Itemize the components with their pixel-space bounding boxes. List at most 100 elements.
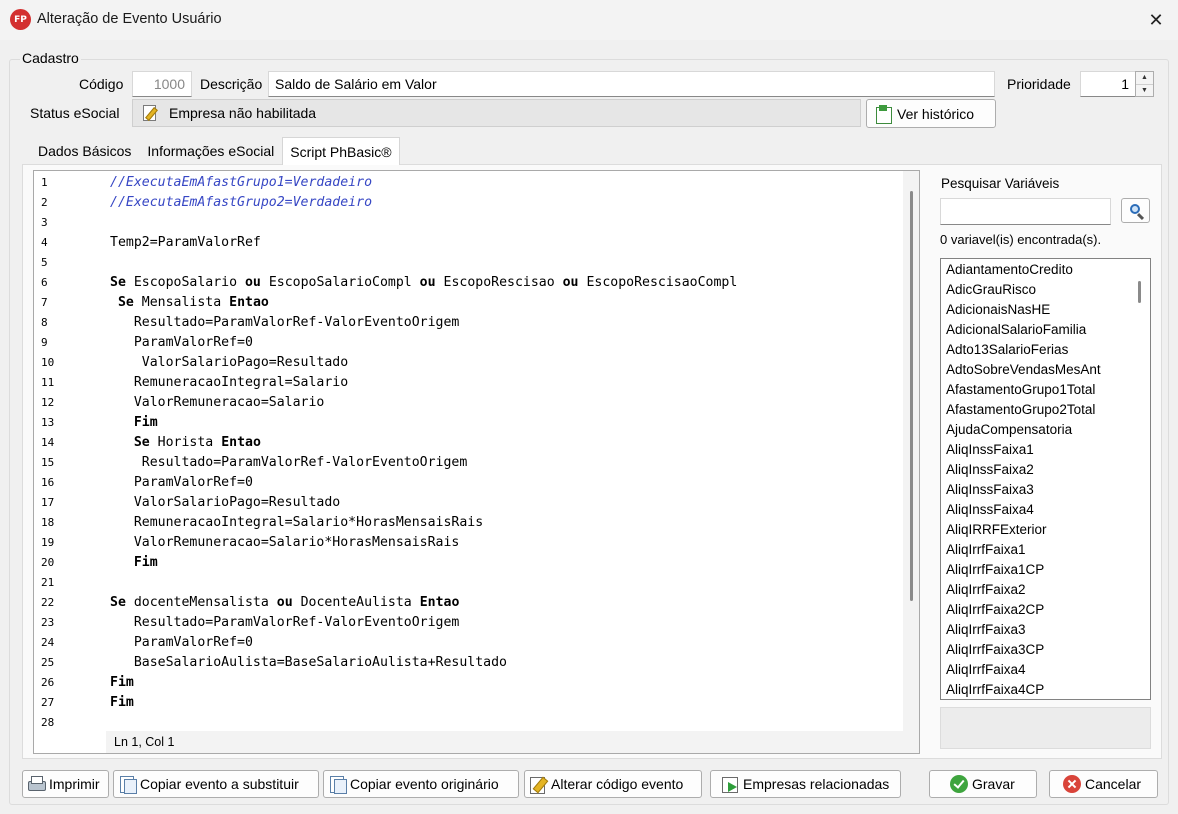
- copy-icon: [328, 775, 347, 794]
- code-line: ValorRemuneracao=Salario: [110, 395, 325, 410]
- code-line: Fim: [133, 415, 158, 430]
- code-line: RemuneracaoIntegral=Salario: [110, 375, 349, 390]
- variables-list[interactable]: AdiantamentoCredito AdicGrauRisco Adiciona…: [940, 258, 1151, 700]
- status-esocial-label: Status eSocial: [30, 105, 120, 121]
- code-line: Resultado=ParamValorRef-ValorEventoOrige…: [110, 615, 460, 630]
- line-number: 12: [41, 396, 55, 409]
- variable-list-item[interactable]: AfastamentoGrupo2Total: [946, 400, 1095, 420]
- variable-list-item[interactable]: AliqInssFaixa1: [946, 440, 1034, 460]
- variables-list-scrollbar[interactable]: [1130, 259, 1150, 699]
- status-esocial-value: Empresa não habilitada: [169, 105, 317, 121]
- copy-icon: [118, 775, 137, 794]
- variable-list-item[interactable]: AliqIrrfFaixa3CP: [946, 640, 1044, 660]
- variable-list-item[interactable]: AliqInssFaixa2: [946, 460, 1034, 480]
- imprimir-label: Imprimir: [49, 776, 100, 792]
- variable-list-item[interactable]: AliqIRRFExterior: [946, 520, 1047, 540]
- scrollbar-thumb[interactable]: [1138, 281, 1141, 303]
- copiar-evento-substituir-button[interactable]: Copiar evento a substituir: [113, 770, 319, 798]
- line-number: 19: [41, 536, 55, 549]
- code-line: Se EscopoSalario ou EscopoSalarioCompl o…: [110, 275, 738, 290]
- ver-historico-button[interactable]: Ver histórico: [866, 99, 996, 128]
- code-line: Fim: [133, 555, 158, 570]
- line-number: 2: [41, 196, 48, 209]
- line-number: 10: [41, 356, 55, 369]
- search-button[interactable]: [1121, 198, 1150, 223]
- alterar-codigo-label: Alterar código evento: [551, 776, 684, 792]
- variables-found-count: 0 variavel(is) encontrada(s).: [940, 232, 1102, 247]
- code-line: ValorRemuneracao=Salario*HorasMensaisRai…: [110, 535, 460, 550]
- line-number: 15: [41, 456, 55, 469]
- variable-list-item[interactable]: AliqIrrfFaixa1: [946, 540, 1026, 560]
- imprimir-button[interactable]: Imprimir: [22, 770, 109, 798]
- variable-list-item[interactable]: AliqIrrfFaixa4: [946, 660, 1026, 680]
- descricao-label: Descrição: [200, 76, 263, 92]
- empresas-relacionadas-button[interactable]: Empresas relacionadas: [710, 770, 901, 798]
- line-number: 14: [41, 436, 55, 449]
- tab-dados-basicos[interactable]: Dados Básicos: [30, 137, 139, 164]
- line-number: 26: [41, 676, 55, 689]
- code-line: RemuneracaoIntegral=Salario*HorasMensais…: [110, 515, 484, 530]
- variable-list-item[interactable]: AdicGrauRisco: [946, 280, 1036, 300]
- gravar-button[interactable]: Gravar: [929, 770, 1037, 798]
- code-line: Se Horista Entao: [133, 435, 261, 450]
- line-number: 4: [41, 236, 48, 249]
- variable-list-item[interactable]: AdiantamentoCredito: [946, 260, 1073, 280]
- cancelar-button[interactable]: Cancelar: [1049, 770, 1158, 798]
- line-number: 1: [41, 176, 48, 189]
- code-line: ValorSalarioPago=Resultado: [110, 495, 341, 510]
- variable-list-item[interactable]: AdtoSobreVendasMesAnt: [946, 360, 1101, 380]
- variable-list-item[interactable]: AliqInssFaixa4: [946, 500, 1034, 520]
- line-number: 17: [41, 496, 55, 509]
- alterar-codigo-evento-button[interactable]: Alterar código evento: [524, 770, 702, 798]
- tab-informacoes-esocial[interactable]: Informações eSocial: [139, 137, 282, 164]
- spin-down-icon[interactable]: ▼: [1136, 83, 1153, 97]
- ver-historico-label: Ver histórico: [897, 105, 975, 122]
- prioridade-spinner[interactable]: ▲ ▼: [1135, 71, 1154, 97]
- variable-list-item[interactable]: AliqIrrfFaixa2: [946, 580, 1026, 600]
- variable-list-item[interactable]: AdicionaisNasHE: [946, 300, 1050, 320]
- variable-list-item[interactable]: AliqIrrfFaixa2CP: [946, 600, 1044, 620]
- variable-list-item[interactable]: AjudaCompensatoria: [946, 420, 1072, 440]
- line-number: 11: [41, 376, 55, 389]
- code-editor[interactable]: Ln 1, Col 1 1 //ExecutaEmAfastGrupo1=Verd…: [33, 170, 920, 754]
- copiar-originario-label: Copiar evento originário: [350, 776, 499, 792]
- code-line: BaseSalarioAulista=BaseSalarioAulista+Re…: [110, 655, 507, 670]
- cancelar-label: Cancelar: [1085, 776, 1142, 792]
- variable-list-item[interactable]: AliqInssFaixa3: [946, 480, 1034, 500]
- line-number: 27: [41, 696, 55, 709]
- code-line: Se docenteMensalista ou DocenteAulista E…: [110, 595, 460, 610]
- variable-list-item[interactable]: AfastamentoGrupo1Total: [946, 380, 1095, 400]
- companies-icon: [721, 775, 739, 793]
- descricao-field[interactable]: Saldo de Salário em Valor: [268, 71, 995, 97]
- window-title: Alteração de Evento Usuário: [37, 11, 222, 27]
- spin-up-icon[interactable]: ▲: [1136, 72, 1153, 84]
- variable-list-item[interactable]: AliqIrrfFaixa1CP: [946, 560, 1044, 580]
- variable-list-item[interactable]: AdicionalSalarioFamilia: [946, 320, 1086, 340]
- editor-vertical-scrollbar[interactable]: [903, 171, 919, 753]
- code-line: Resultado=ParamValorRef-ValorEventoOrige…: [110, 315, 460, 330]
- code-line: ValorSalarioPago=Resultado: [110, 355, 349, 370]
- line-number: 3: [41, 216, 48, 229]
- variable-list-item[interactable]: Adto13SalarioFerias: [946, 340, 1068, 360]
- copiar-evento-originario-button[interactable]: Copiar evento originário: [323, 770, 519, 798]
- line-number: 23: [41, 616, 55, 629]
- line-number: 6: [41, 276, 48, 289]
- line-number: 20: [41, 556, 55, 569]
- tab-strip: Dados Básicos Informações eSocial Script…: [30, 137, 400, 165]
- code-line: Se Mensalista Entao: [117, 295, 269, 310]
- gravar-label: Gravar: [972, 776, 1015, 792]
- variable-list-item[interactable]: AliqIrrfFaixa4CP: [946, 680, 1044, 699]
- tab-script-phbasic[interactable]: Script PhBasic®: [282, 137, 400, 165]
- codigo-field[interactable]: 1000: [132, 71, 192, 97]
- code-line: ParamValorRef=0: [110, 335, 253, 350]
- scrollbar-thumb[interactable]: [910, 191, 913, 601]
- line-number: 18: [41, 516, 55, 529]
- line-number: 13: [41, 416, 55, 429]
- variable-list-item[interactable]: AliqIrrfFaixa3: [946, 620, 1026, 640]
- code-line: Temp2=ParamValorRef: [110, 235, 261, 250]
- close-icon[interactable]: ✕: [1144, 8, 1168, 32]
- variable-search-input[interactable]: [940, 198, 1111, 225]
- line-number: 8: [41, 316, 48, 329]
- line-number: 5: [41, 256, 48, 269]
- prioridade-field[interactable]: 1: [1080, 71, 1136, 97]
